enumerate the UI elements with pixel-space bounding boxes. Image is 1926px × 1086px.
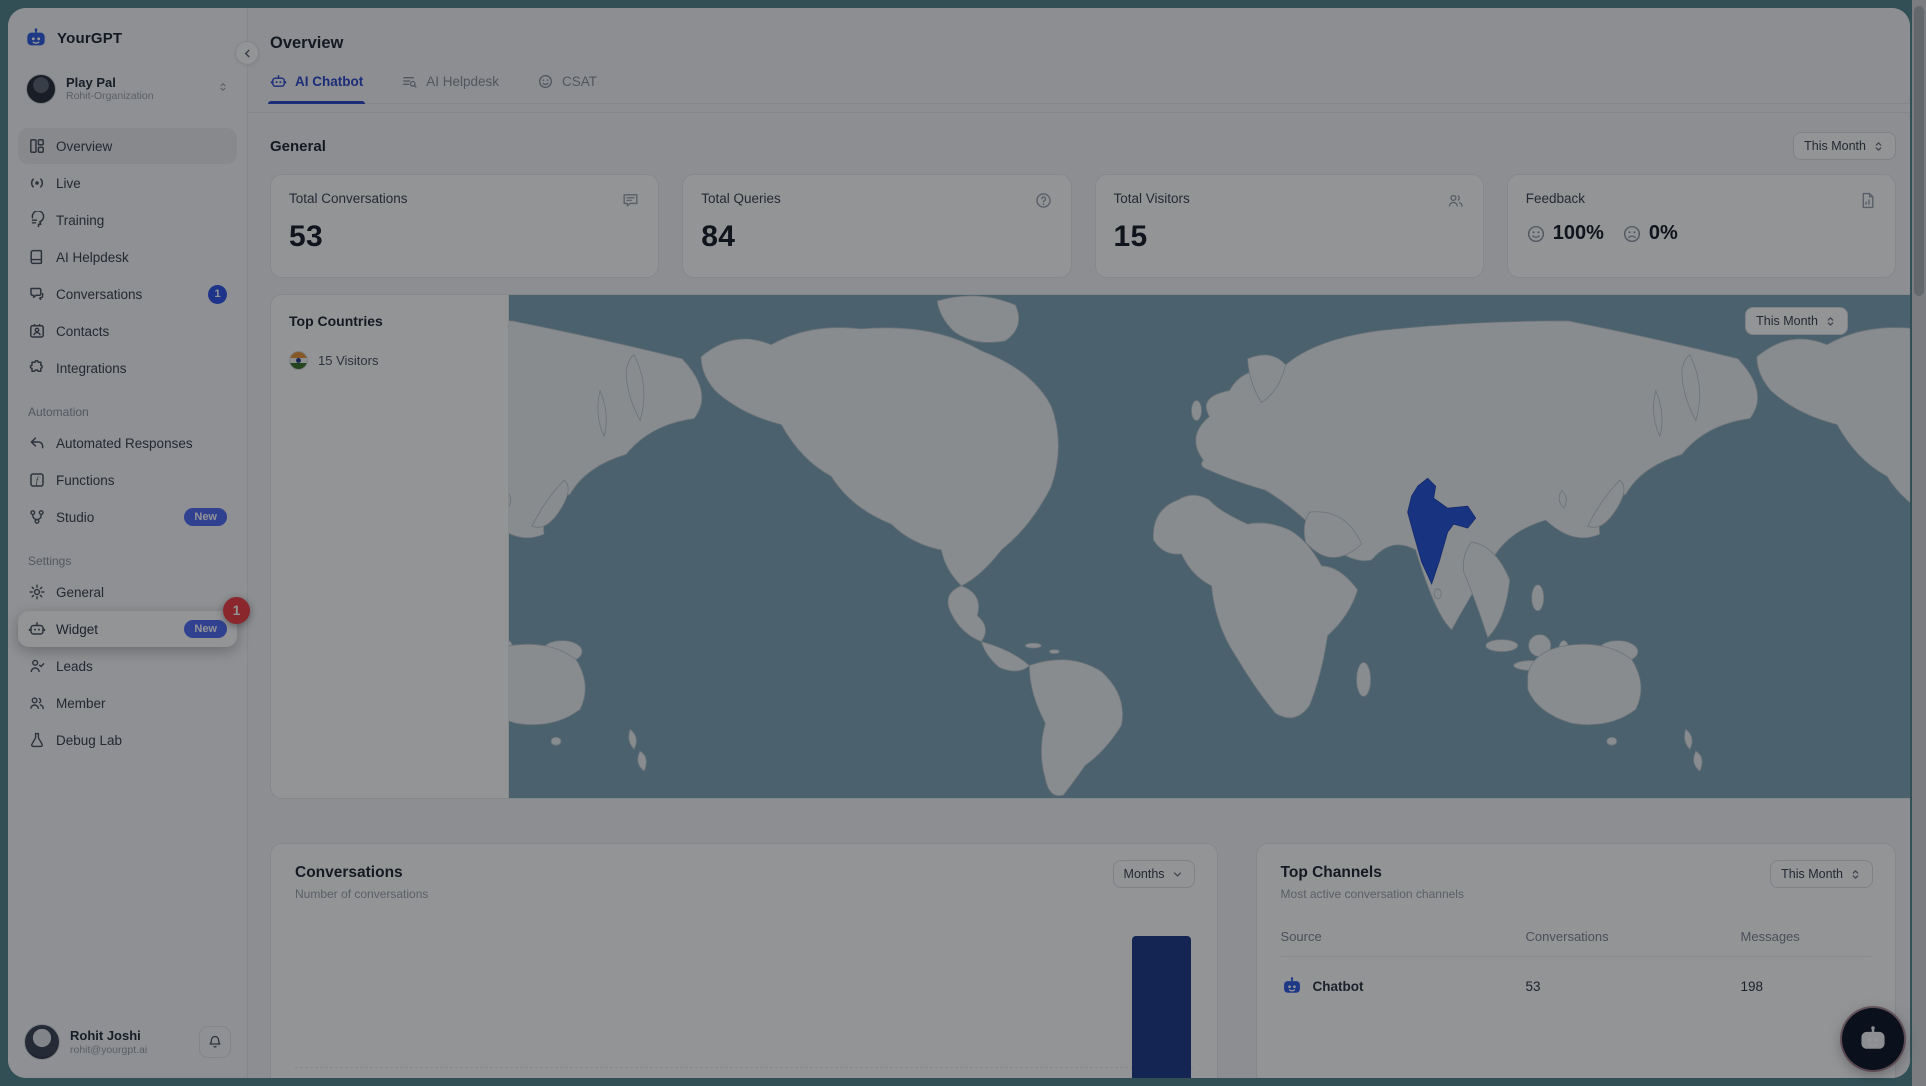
tour-dim-overlay	[0, 0, 1926, 1086]
